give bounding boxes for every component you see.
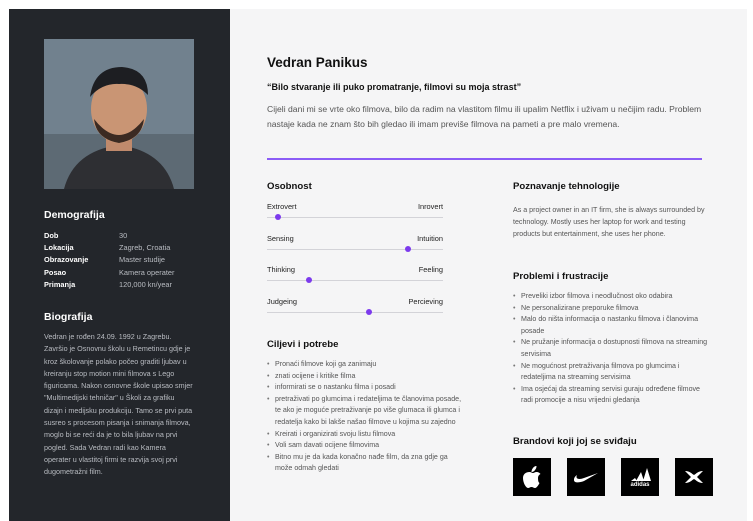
slider-left-label: Thinking [267,265,295,274]
profile-photo [44,39,194,189]
demografija-value: 30 [119,231,128,240]
list-item: informirati se o nastanku filma i posadi [267,382,467,394]
slider-handle [274,214,281,220]
personality-slider: Sensing Intuition [267,234,443,266]
brandovi-title: Brandovi koji joj se sviđaju [513,436,637,447]
brand-logos: adidas [513,458,713,496]
persona-name: Vedran Panikus [267,55,368,70]
problemi-title: Problemi i frustracije [513,271,609,282]
list-item: znati ocijene i kritike filma [267,371,467,383]
slider-left-label: Judgeing [267,296,297,306]
list-item: Kreirati i organizirati svoju listu film… [267,429,467,441]
demografija-key: Obrazovanje [44,255,89,265]
personality-slider: Extrovert Inrovert [267,202,443,234]
tehnologija-text: As a project owner in an IT firm, she is… [513,206,705,238]
osobnost-title: Osobnost [267,181,312,192]
persona-intro: Cijeli dani mi se vrte oko filmova, bilo… [267,104,702,129]
demografija-value: Master studije [119,255,166,265]
demografija-row: Dob 30 [44,230,174,242]
list-item: Pronaći filmove koji ga zanimaju [267,359,467,371]
list-item: Preveliki izbor filmova i neodlučnost ok… [513,291,708,303]
demografija-value: Zagreb, Croatia [119,243,171,253]
slider-track [267,280,443,281]
demografija-row: Posao Kamera operater [44,267,174,279]
sidebar: Demografija Dob 30 Lokacija Zagreb, Croatia… [9,9,230,521]
demografija-key: Posao [44,267,67,277]
slider-left-label: Sensing [267,233,294,243]
list-item: Ne mogućnost pretraživanja filmova po gl… [513,361,708,384]
demografija-row: Obrazovanje Master studije [44,254,174,266]
slider-handle [366,308,373,315]
slider-track [267,217,443,218]
adidas-wordmark: adidas [630,481,650,488]
slider-right-label: Intuition [417,233,443,243]
demografija-key: Primanja [44,279,76,289]
biografija-text: Vedran je rođen 24.09. 1992 u Zagrebu. Z… [44,332,193,477]
persona-quote: “Bilo stvaranje ili puko promatranje, fi… [267,82,522,92]
accent-divider [267,158,702,160]
nike-icon [567,458,605,496]
list-item: pretraživati po glumcima i redateljima t… [267,394,467,429]
adidas-icon: adidas [621,458,659,496]
slider-right-label: Feeling [418,265,443,274]
demografija-value: Kamera operater [119,267,175,277]
ciljevi-title: Ciljevi i potrebe [267,339,339,350]
biografija-title: Biografija [44,311,93,323]
slider-handle [404,245,411,252]
demografija-value: 120,000 kn/year [119,279,173,289]
list-item: Malo do ništa informacija o nastanku fil… [513,314,708,337]
demografija-list: Dob 30 Lokacija Zagreb, Croatia Obrazovanje M… [44,230,174,291]
slider-left-label: Extrovert [267,202,297,211]
slider-right-label: Inrovert [417,202,443,211]
personality-slider: Thinking Feeling [267,265,443,297]
osobnost-sliders: Extrovert Inrovert Sensing Intuition Thinkin… [267,202,443,328]
personality-slider: Judgeing Percieving [267,297,443,329]
demografija-key: Dob [44,231,59,240]
slider-track [267,311,443,313]
persona-card: Demografija Dob 30 Lokacija Zagreb, Croatia… [9,9,747,521]
ciljevi-list: Pronaći filmove koji ga zanimajuznati oc… [267,359,467,475]
problemi-list: Preveliki izbor filmova i neodlučnost ok… [513,291,708,407]
list-item: Bitno mu je da kada konačno nađe film, d… [267,452,467,475]
slider-handle [306,277,313,283]
list-item: Ne pružanje informacija o dostupnosti fi… [513,337,708,360]
demografija-row: Primanja 120,000 kn/year [44,279,174,291]
slider-track [267,248,443,250]
list-item: Voli sam davati ocijene filmovima [267,440,467,452]
list-item: Ne personalizirane preporuke filmova [513,303,708,315]
demografija-title: Demografija [44,209,105,221]
list-item: Ima osjećaj da streaming servisi guraju … [513,384,708,407]
apple-icon [513,458,551,496]
tehnologija-title: Poznavanje tehnologije [513,181,620,192]
demografija-row: Lokacija Zagreb, Croatia [44,242,174,254]
demografija-key: Lokacija [44,243,74,253]
under-armour-icon [675,458,713,496]
slider-right-label: Percieving [408,296,443,306]
